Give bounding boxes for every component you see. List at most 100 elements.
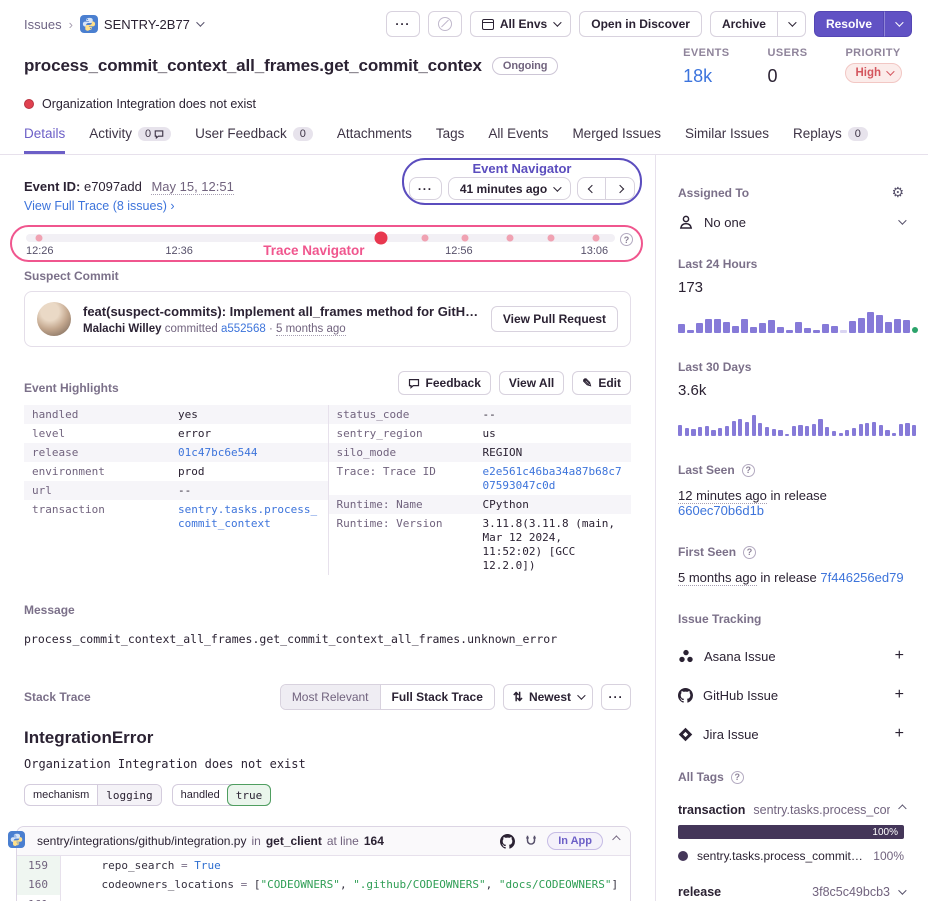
chart-bar: [765, 427, 769, 436]
tab-similar-issues[interactable]: Similar Issues: [685, 126, 769, 154]
issue-tracking-label[interactable]: Asana Issue: [704, 649, 776, 664]
chart-bar: [752, 415, 756, 436]
chart-bar: [832, 431, 836, 436]
tab-activity[interactable]: Activity0: [89, 126, 171, 154]
code-line[interactable]: 160 codeowners_locations = ["CODEOWNERS"…: [17, 875, 630, 894]
highlight-row: release01c47bc6e544: [24, 443, 328, 462]
highlight-value: 3.11.8(3.11.8 (main, Mar 12 2024, 11:52:…: [475, 514, 632, 575]
highlight-row: sentry_regionus: [329, 424, 632, 443]
assignee-dropdown[interactable]: No one: [678, 214, 904, 230]
add-issue-button[interactable]: +: [895, 686, 904, 704]
stack-frame-card: sentry/integrations/github/integration.p…: [16, 826, 631, 901]
edit-button[interactable]: ✎ Edit: [572, 371, 631, 395]
first-seen-release-link[interactable]: 7f446256ed79: [820, 570, 903, 585]
archive-dropdown-button[interactable]: [778, 11, 806, 37]
chart-bar: [778, 430, 782, 436]
event-more-button[interactable]: ···: [409, 177, 442, 200]
open-in-discover-button[interactable]: Open in Discover: [579, 11, 702, 37]
commit-sha-link[interactable]: a552568: [221, 323, 266, 335]
highlight-value[interactable]: e2e561c46ba34a87b68c707593047c0d: [475, 462, 632, 495]
last-30d-chart[interactable]: [678, 408, 904, 436]
line-number-gutter: 161: [17, 895, 61, 901]
chevron-up-icon[interactable]: [612, 835, 620, 843]
tab-all-events[interactable]: All Events: [488, 126, 548, 154]
highlight-value: --: [170, 481, 328, 500]
issue-tracking-label[interactable]: GitHub Issue: [703, 688, 778, 703]
tag-header[interactable]: transactionsentry.tasks.process_com…: [678, 803, 904, 817]
priority-badge[interactable]: High: [845, 63, 902, 83]
github-icon[interactable]: [500, 834, 515, 849]
tab-details[interactable]: Details: [24, 126, 65, 154]
chevron-down-icon: [886, 67, 894, 75]
help-icon[interactable]: ?: [743, 546, 756, 559]
tab-replays[interactable]: Replays0: [793, 126, 868, 154]
trace-event-marker[interactable]: [548, 235, 555, 242]
chip-key: mechanism: [25, 785, 97, 805]
open-in-github-icon[interactable]: [524, 834, 538, 848]
chart-bar: [687, 330, 694, 333]
stat-value[interactable]: 18k: [683, 66, 729, 87]
resolve-dropdown-button[interactable]: [884, 11, 912, 37]
chart-bar: [723, 322, 730, 333]
chart-bar: [831, 326, 838, 333]
view-all-button[interactable]: View All: [499, 371, 564, 395]
tab-attachments[interactable]: Attachments: [337, 126, 412, 154]
commit-author: Malachi Willey: [83, 323, 162, 335]
tab-count-badge: 0: [848, 127, 868, 141]
trace-event-marker[interactable]: [507, 235, 514, 242]
trace-event-marker[interactable]: [35, 235, 42, 242]
trace-event-marker[interactable]: [422, 235, 429, 242]
highlight-row: transactionsentry.tasks.process_commit_c…: [24, 500, 328, 533]
sort-dropdown[interactable]: ⇅ Newest: [503, 684, 593, 710]
toggle-most-relevant[interactable]: Most Relevant: [281, 685, 380, 709]
page-title: process_commit_context_all_frames.get_co…: [24, 45, 558, 87]
more-actions-button[interactable]: ···: [386, 11, 420, 37]
next-event-button[interactable]: [606, 177, 635, 200]
issue-tracking-label[interactable]: Jira Issue: [703, 727, 759, 742]
code-line[interactable]: 159 repo_search = True: [17, 856, 630, 875]
previous-event-button[interactable]: [577, 177, 606, 200]
archive-button[interactable]: Archive: [710, 11, 778, 37]
chart-bar: [732, 326, 739, 333]
event-age-dropdown[interactable]: 41 minutes ago: [448, 177, 571, 200]
breadcrumb-issues-link[interactable]: Issues: [24, 17, 62, 32]
view-full-trace-link[interactable]: View Full Trace (8 issues): [24, 199, 167, 213]
frame-line-number: 164: [364, 834, 384, 848]
help-icon[interactable]: ?: [620, 233, 633, 246]
last-seen-release-link[interactable]: 660ec70b6d1b: [678, 503, 764, 518]
chart-bar: [738, 419, 742, 436]
view-pull-request-button[interactable]: View Pull Request: [491, 306, 618, 332]
chart-bar: [905, 423, 909, 436]
stack-frame-header[interactable]: sentry/integrations/github/integration.p…: [17, 827, 630, 856]
highlight-value[interactable]: 01c47bc6e544: [170, 443, 328, 462]
all-envs-dropdown[interactable]: All Envs: [470, 11, 571, 37]
trace-timeline[interactable]: [26, 234, 615, 242]
resolve-button[interactable]: Resolve: [814, 11, 884, 37]
chart-bar: [696, 323, 703, 333]
last-24h-chart[interactable]: [678, 305, 904, 333]
tab-tags[interactable]: Tags: [436, 126, 465, 154]
tab-user-feedback[interactable]: User Feedback0: [195, 126, 313, 154]
tab-merged-issues[interactable]: Merged Issues: [572, 126, 661, 154]
gear-icon[interactable]: ⚙: [891, 185, 904, 201]
code-line[interactable]: 161: [17, 895, 630, 901]
tag-top-value: sentry.tasks.process_com…: [753, 803, 890, 817]
highlight-value: REGION: [475, 443, 632, 462]
current-event-marker[interactable]: [375, 232, 388, 245]
trace-event-marker[interactable]: [592, 235, 599, 242]
add-issue-button[interactable]: +: [895, 725, 904, 743]
help-icon[interactable]: ?: [731, 771, 744, 784]
mute-button[interactable]: [428, 11, 462, 37]
tag-distribution-bar[interactable]: 100%: [678, 825, 904, 839]
stack-trace-more-button[interactable]: ···: [601, 684, 631, 710]
trace-event-marker[interactable]: [462, 235, 469, 242]
highlight-value[interactable]: sentry.tasks.process_commit_context: [170, 500, 328, 533]
help-icon[interactable]: ?: [742, 464, 755, 477]
feedback-button[interactable]: Feedback: [398, 371, 491, 395]
issue-short-id[interactable]: SENTRY-2B77: [80, 15, 202, 33]
last-24h-heading: Last 24 Hours: [678, 257, 904, 271]
tag-header[interactable]: release3f8c5c49bcb3: [678, 885, 904, 899]
toggle-full-stack-trace[interactable]: Full Stack Trace: [380, 685, 494, 709]
add-issue-button[interactable]: +: [895, 647, 904, 665]
assigned-to-heading: Assigned To: [678, 186, 749, 200]
